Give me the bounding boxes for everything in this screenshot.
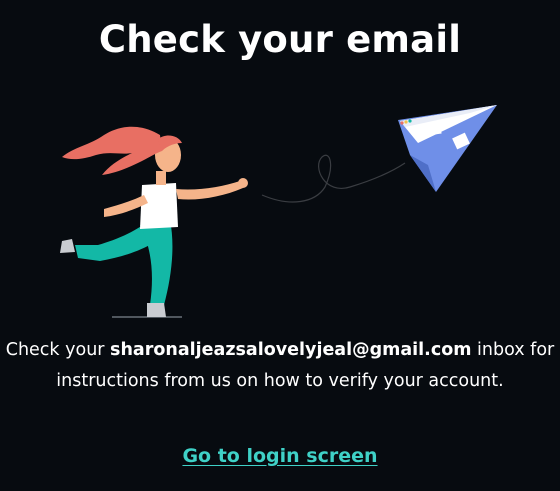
page-title: Check your email	[98, 18, 462, 61]
instructions-message: Check your sharonaljeazsalovelyjeal@gmai…	[0, 335, 560, 397]
paper-plane-icon	[398, 105, 497, 192]
message-line2: instructions from us on how to verify yo…	[56, 371, 504, 391]
flight-path-icon	[261, 154, 406, 203]
user-email: sharonaljeazsalovelyjeal@gmail.com	[110, 340, 472, 360]
login-link-container: Go to login screen	[0, 445, 560, 467]
message-prefix: Check your	[5, 340, 111, 360]
woman-illustration-icon	[60, 126, 248, 318]
illustration	[60, 105, 497, 318]
message-line1-suffix: inbox for	[471, 340, 555, 360]
check-email-page: Check your email Check your sharonaljeaz…	[0, 0, 560, 491]
go-to-login-link[interactable]: Go to login screen	[182, 445, 377, 467]
